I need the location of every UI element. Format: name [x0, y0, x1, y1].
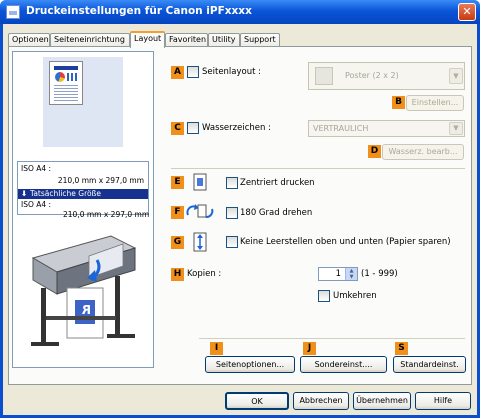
badge-s: S: [395, 342, 408, 355]
ok-button[interactable]: OK: [225, 392, 289, 410]
printer-icon: [6, 5, 20, 19]
rotate-icon: [185, 203, 215, 219]
tab-optionen[interactable]: Optionen: [8, 33, 50, 47]
dialog-footer: OK Abbrechen Übernehmen Hilfe: [3, 388, 477, 415]
dialog-window: Druckeinstellungen für Canon iPFxxxx ✕ O…: [0, 0, 480, 418]
page-options-button[interactable]: Seitenoptionen...: [205, 356, 295, 373]
actual-size-dims: 210,0 mm x 297,0 mm: [63, 210, 150, 219]
edit-watermark-button[interactable]: Wasserz. bearb...: [382, 144, 464, 160]
divider: [171, 168, 465, 169]
reverse-label: Umkehren: [333, 291, 377, 301]
badge-j: J: [303, 342, 316, 355]
window-title: Druckeinstellungen für Canon iPFxxxx: [26, 5, 252, 17]
badge-g: G: [171, 236, 184, 249]
copies-spinner[interactable]: 1 ▲ ▼: [318, 267, 358, 281]
cancel-button[interactable]: Abbrechen: [293, 392, 349, 410]
watermark-checkbox[interactable]: [187, 122, 199, 134]
badge-h: H: [171, 268, 184, 281]
reverse-checkbox[interactable]: [318, 290, 330, 302]
chevron-down-icon: ▼: [449, 122, 463, 135]
watermark-label: Wasserzeichen :: [202, 123, 271, 133]
help-button[interactable]: Hilfe: [415, 392, 471, 410]
dialog-client: Optionen Seiteneinrichtung Layout Favori…: [3, 24, 477, 415]
rotate-180-label: 180 Grad drehen: [240, 208, 313, 218]
tab-favoriten[interactable]: Favoriten: [165, 33, 208, 47]
tab-support[interactable]: Support: [240, 33, 280, 47]
page-layout-select[interactable]: Poster (2 x 2) ▼: [308, 62, 465, 90]
defaults-button[interactable]: Standardeinst.: [393, 356, 466, 373]
tab-seiteneinrichtung[interactable]: Seiteneinrichtung: [50, 33, 130, 47]
page-thumbnail: [49, 61, 83, 105]
badge-a: A: [171, 66, 184, 79]
page-layout-checkbox[interactable]: [187, 66, 199, 78]
tab-layout[interactable]: Layout: [130, 31, 165, 48]
pie-chart-icon: [55, 72, 65, 82]
page-layout-label: Seitenlayout :: [202, 67, 262, 77]
center-print-checkbox[interactable]: [226, 177, 238, 189]
divider: [199, 338, 465, 339]
badge-c: C: [171, 122, 184, 135]
chevron-down-icon: ▼: [449, 68, 463, 84]
badge-e: E: [171, 176, 184, 189]
paper-size-info: ISO A4 : 210,0 mm x 297,0 mm ⬇ Tatsächli…: [17, 161, 149, 215]
rotate-180-checkbox[interactable]: [226, 207, 238, 219]
badge-b: B: [392, 96, 405, 109]
poster-layout-icon: [315, 67, 333, 85]
save-paper-icon: [192, 232, 208, 252]
original-size-name: ISO A4 :: [21, 164, 52, 173]
spinner-arrows-icon[interactable]: ▲ ▼: [345, 268, 357, 280]
bar-chart-icon: [67, 73, 79, 81]
close-button[interactable]: ✕: [458, 3, 476, 21]
center-print-label: Zentriert drucken: [240, 178, 315, 188]
actual-size-name: ISO A4 :: [21, 200, 52, 209]
settings-button[interactable]: Einstellen...: [406, 95, 464, 111]
special-settings-button[interactable]: Sondereinst....: [300, 356, 387, 373]
tab-utility[interactable]: Utility: [208, 33, 240, 47]
copies-label: Kopien :: [187, 269, 222, 279]
title-bar[interactable]: Druckeinstellungen für Canon iPFxxxx ✕: [0, 0, 480, 24]
actual-size-band: ⬇ Tatsächliche Größe: [18, 189, 148, 199]
copies-range: (1 - 999): [361, 269, 398, 279]
printed-page-letter: R: [81, 303, 91, 317]
watermark-select[interactable]: VERTRAULICH ▼: [308, 120, 465, 137]
badge-d: D: [368, 145, 381, 158]
no-blank-space-checkbox[interactable]: [226, 236, 238, 248]
badge-f: F: [171, 206, 184, 219]
apply-button[interactable]: Übernehmen: [353, 392, 411, 410]
arrow-down-icon: ⬇: [21, 189, 28, 198]
no-blank-space-label: Keine Leerstellen oben und unten (Papier…: [240, 237, 451, 247]
paper-preview-area: [43, 57, 123, 147]
badge-i: I: [210, 342, 223, 355]
center-page-icon: [192, 173, 208, 191]
actual-size-label: Tatsächliche Größe: [30, 189, 101, 198]
copies-value: 1: [335, 269, 341, 279]
watermark-value: VERTRAULICH: [313, 124, 369, 133]
page-layout-value: Poster (2 x 2): [345, 71, 399, 80]
original-size-dims: 210,0 mm x 297,0 mm: [57, 176, 144, 185]
printer-illustration: R: [27, 230, 139, 358]
